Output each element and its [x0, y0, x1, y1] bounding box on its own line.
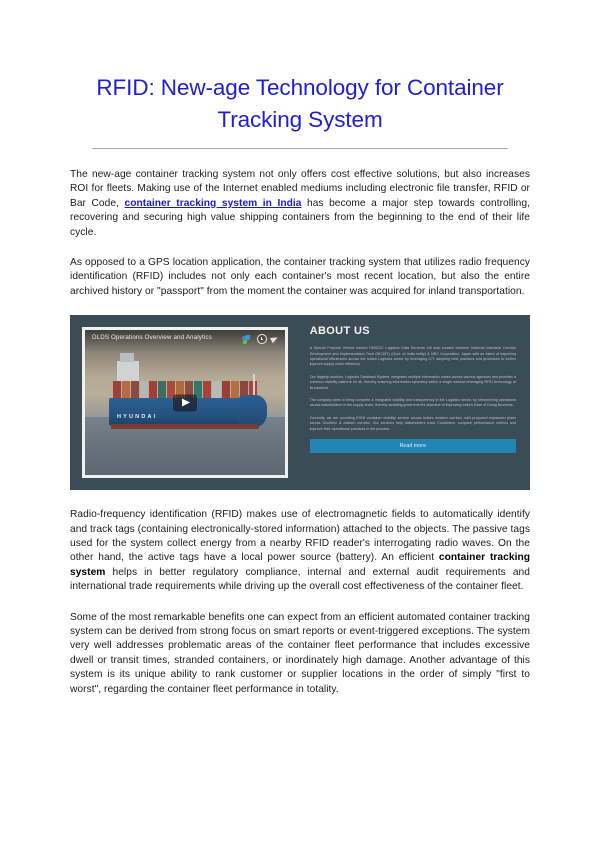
about-paragraph-1: A Special Purpose Vehicle named DMICDC L… — [309, 346, 516, 367]
play-button[interactable] — [172, 394, 197, 412]
video-container: HYUNDAI DLDS Operations Overview and Ana… — [70, 315, 298, 490]
page-title: RFID: New-age Technology for Container T… — [72, 72, 528, 136]
video-top-bar: DLDS Operations Overview and Analytics — [85, 330, 285, 353]
paragraph-2: As opposed to a GPS location application… — [70, 256, 530, 297]
about-us-panel: ABOUT US A Special Purpose Vehicle named… — [298, 315, 530, 490]
about-us-heading: ABOUT US — [309, 325, 370, 338]
page-title-line1: RFID: New-age Technology for Container — [96, 75, 504, 100]
article-content: The new-age container tracking system no… — [0, 168, 600, 697]
about-paragraph-3: The company aims to bring complete & int… — [309, 397, 516, 408]
ship-waterline-stripe — [110, 424, 259, 429]
about-paragraph-4: Currently, we are providing EXIM contain… — [309, 415, 516, 431]
channel-logo-icon[interactable] — [241, 334, 253, 344]
about-paragraph-2: Our flagship solution, Logistics Databan… — [309, 374, 516, 390]
ship-bridge — [116, 360, 139, 383]
ship-bow — [238, 395, 267, 428]
video-player[interactable]: HYUNDAI DLDS Operations Overview and Ana… — [82, 327, 288, 479]
video-title: DLDS Operations Overview and Analytics — [92, 334, 212, 342]
paragraph-4: Some of the most remarkable benefits one… — [70, 611, 530, 695]
embedded-figure: HYUNDAI DLDS Operations Overview and Ana… — [70, 315, 530, 491]
page-title-line2: Tracking System — [217, 106, 383, 132]
paragraph-1: The new-age container tracking system no… — [70, 168, 530, 240]
ship-mast — [253, 373, 255, 397]
paragraph-3: Radio-frequency identification (RFID) ma… — [70, 508, 530, 594]
play-triangle-icon — [181, 398, 190, 407]
read-more-button[interactable]: Read more — [309, 439, 516, 453]
watch-later-icon[interactable] — [256, 334, 267, 345]
container-tracking-india-link[interactable]: container tracking system in India — [124, 198, 301, 209]
document-page: RFID: New-age Technology for Container T… — [0, 0, 600, 847]
ship-name-label: HYUNDAI — [116, 414, 158, 421]
video-action-icons — [241, 334, 280, 345]
paragraph-3-text-b: helps in better regulatory compliance, i… — [70, 566, 530, 593]
ship-bridge-top — [119, 353, 134, 363]
title-divider — [92, 147, 508, 149]
share-icon[interactable] — [269, 334, 279, 344]
title-block: RFID: New-age Technology for Container T… — [0, 0, 600, 149]
